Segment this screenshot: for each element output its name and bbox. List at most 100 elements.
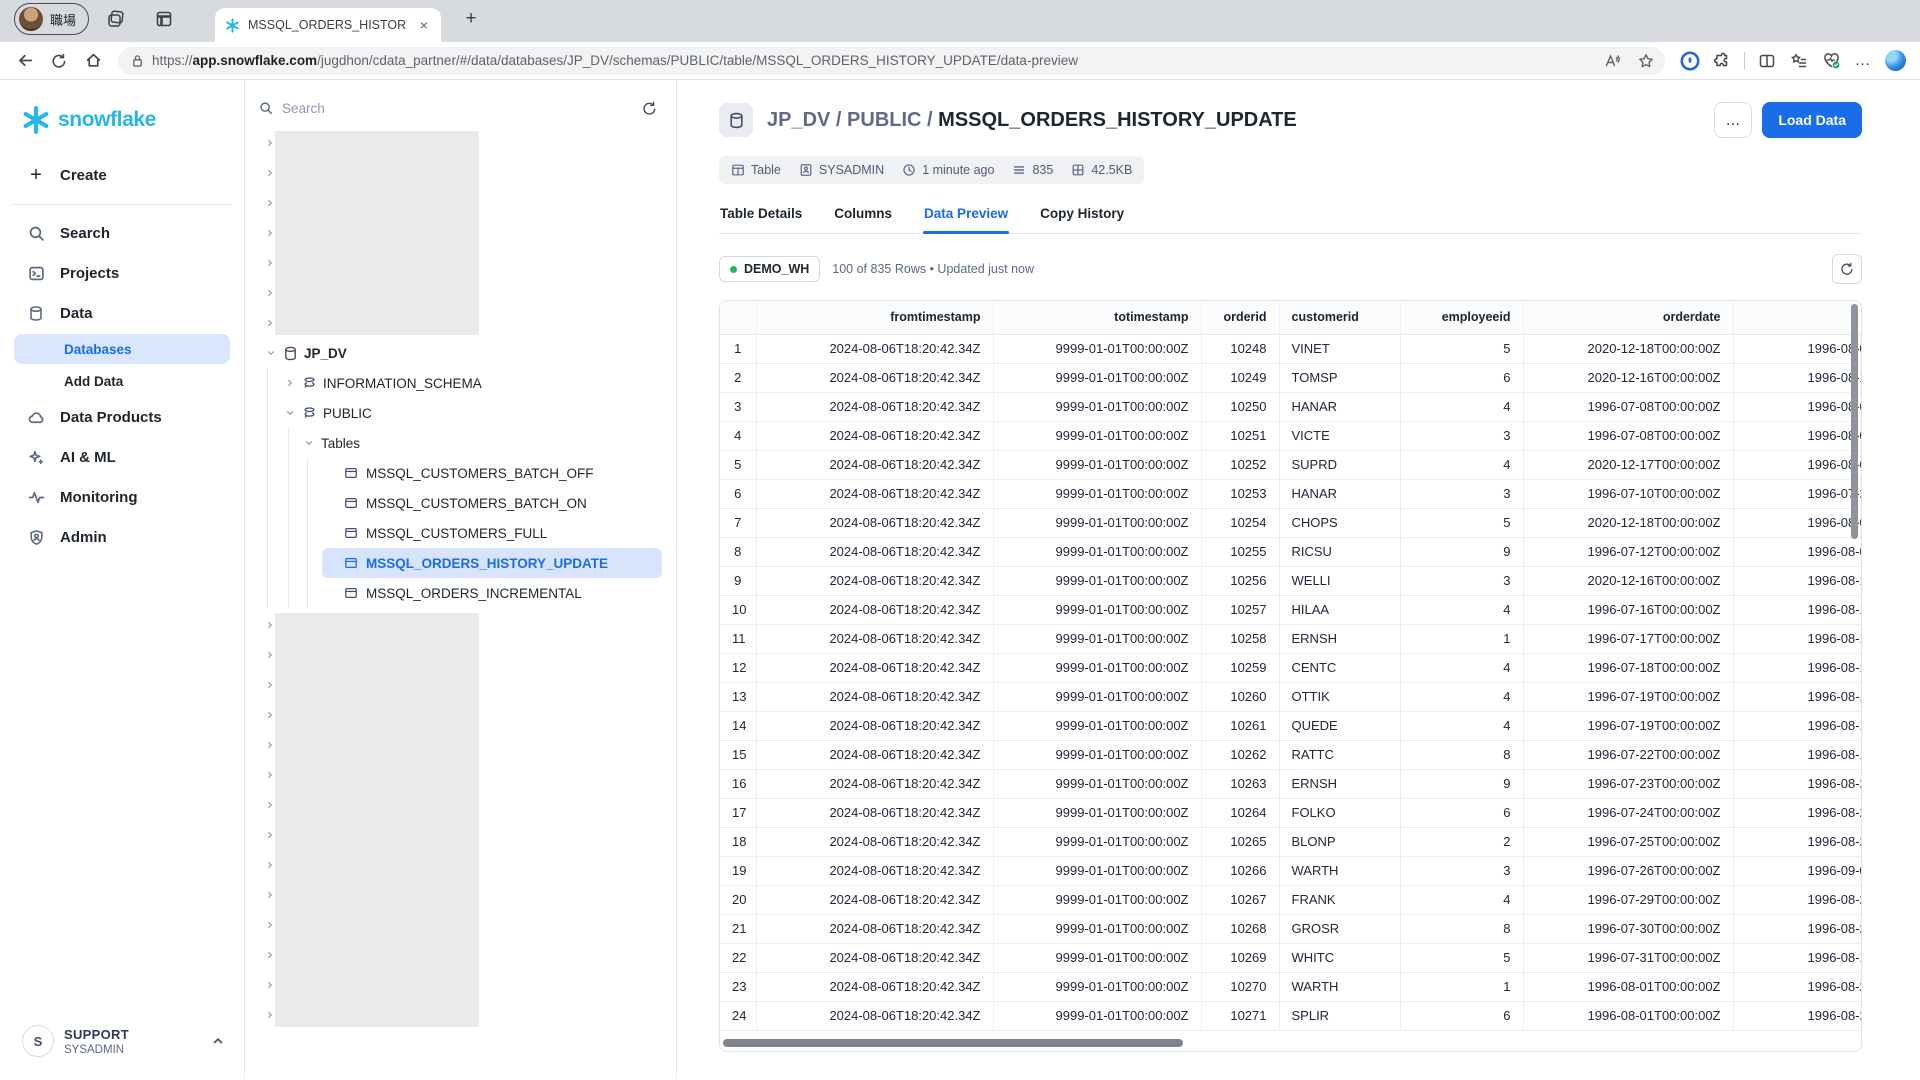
chevron-right-icon[interactable] bbox=[265, 318, 275, 328]
sidebar-item-databases[interactable]: Databases bbox=[14, 334, 230, 364]
chevron-right-icon[interactable] bbox=[265, 228, 275, 238]
warehouse-selector[interactable]: DEMO_WH bbox=[719, 256, 820, 282]
table-row[interactable]: 152024-08-06T18:20:42.34Z9999-01-01T00:0… bbox=[720, 740, 1862, 769]
tree-refresh-icon[interactable] bbox=[636, 95, 662, 121]
table-row[interactable]: 222024-08-06T18:20:42.34Z9999-01-01T00:0… bbox=[720, 943, 1862, 972]
preview-refresh-button[interactable] bbox=[1832, 254, 1862, 284]
browser-tab-active[interactable]: MSSQL_ORDERS_HISTORY_U × bbox=[215, 8, 441, 42]
chevron-right-icon[interactable] bbox=[265, 950, 275, 960]
home-icon[interactable] bbox=[78, 46, 108, 76]
table-row[interactable]: 162024-08-06T18:20:42.34Z9999-01-01T00:0… bbox=[720, 769, 1862, 798]
sidebar-item-ai-ml[interactable]: AI & ML bbox=[0, 437, 244, 477]
table-row[interactable]: 92024-08-06T18:20:42.34Z9999-01-01T00:00… bbox=[720, 566, 1862, 595]
browser-menu-icon[interactable]: … bbox=[1848, 46, 1878, 76]
horizontal-scrollbar-thumb[interactable] bbox=[723, 1039, 1183, 1047]
workspaces-icon[interactable] bbox=[101, 4, 131, 34]
tree-node-schema[interactable]: INFORMATION_SCHEMA bbox=[268, 368, 676, 398]
tab-data-preview[interactable]: Data Preview bbox=[923, 202, 1009, 233]
url-bar[interactable]: https://app.snowflake.com/jugdhon/cdata_… bbox=[118, 47, 1665, 75]
favorite-star-icon[interactable] bbox=[1633, 48, 1659, 74]
tree-node-table[interactable]: MSSQL_CUSTOMERS_BATCH_OFF bbox=[322, 458, 662, 488]
table-row[interactable]: 112024-08-06T18:20:42.34Z9999-01-01T00:0… bbox=[720, 624, 1862, 653]
browser-essentials-icon[interactable] bbox=[1816, 46, 1846, 76]
sidebar-item-search[interactable]: Search bbox=[0, 213, 244, 253]
split-screen-icon[interactable] bbox=[1752, 46, 1782, 76]
table-row[interactable]: 242024-08-06T18:20:42.34Z9999-01-01T00:0… bbox=[720, 1001, 1862, 1030]
snowflake-logo[interactable]: snowflake bbox=[0, 102, 244, 138]
table-row[interactable]: 72024-08-06T18:20:42.34Z9999-01-01T00:00… bbox=[720, 508, 1862, 537]
chevron-right-icon[interactable] bbox=[265, 800, 275, 810]
chevron-right-icon[interactable] bbox=[265, 770, 275, 780]
table-row[interactable]: 122024-08-06T18:20:42.34Z9999-01-01T00:0… bbox=[720, 653, 1862, 682]
table-row[interactable]: 202024-08-06T18:20:42.34Z9999-01-01T00:0… bbox=[720, 885, 1862, 914]
chevron-down-icon[interactable] bbox=[303, 438, 315, 448]
support-account-chip[interactable]: S SUPPORT SYSADMIN bbox=[0, 1011, 244, 1079]
extensions-puzzle-icon[interactable] bbox=[1707, 46, 1737, 76]
chevron-right-icon[interactable] bbox=[265, 830, 275, 840]
onepassword-extension-icon[interactable] bbox=[1675, 46, 1705, 76]
chevron-right-icon[interactable] bbox=[265, 680, 275, 690]
chevron-right-icon[interactable] bbox=[265, 138, 275, 148]
chevron-down-icon[interactable] bbox=[265, 348, 277, 358]
table-row[interactable]: 32024-08-06T18:20:42.34Z9999-01-01T00:00… bbox=[720, 392, 1862, 421]
tree-node-table[interactable]: MSSQL_CUSTOMERS_BATCH_ON bbox=[322, 488, 662, 518]
tab-close-icon[interactable]: × bbox=[415, 16, 433, 34]
sidebar-item-add-data[interactable]: Add Data bbox=[14, 366, 230, 396]
chevron-right-icon[interactable] bbox=[265, 288, 275, 298]
load-data-button[interactable]: Load Data bbox=[1762, 102, 1862, 138]
copilot-icon[interactable] bbox=[1880, 46, 1910, 76]
table-row[interactable]: 172024-08-06T18:20:42.34Z9999-01-01T00:0… bbox=[720, 798, 1862, 827]
table-row[interactable]: 82024-08-06T18:20:42.34Z9999-01-01T00:00… bbox=[720, 537, 1862, 566]
table-row[interactable]: 52024-08-06T18:20:42.34Z9999-01-01T00:00… bbox=[720, 450, 1862, 479]
chevron-right-icon[interactable] bbox=[284, 378, 296, 388]
tab-table-details[interactable]: Table Details bbox=[719, 202, 803, 233]
tab-columns[interactable]: Columns bbox=[833, 202, 893, 233]
table-row[interactable]: 12024-08-06T18:20:42.34Z9999-01-01T00:00… bbox=[720, 334, 1862, 363]
more-actions-button[interactable]: … bbox=[1714, 102, 1752, 138]
tree-node-table[interactable]: MSSQL_CUSTOMERS_FULL bbox=[322, 518, 662, 548]
new-tab-button[interactable]: + bbox=[457, 5, 485, 33]
vertical-tabs-icon[interactable] bbox=[149, 4, 179, 34]
sidebar-item-data[interactable]: Data bbox=[0, 293, 244, 333]
chevron-right-icon[interactable] bbox=[265, 740, 275, 750]
table-row[interactable]: 132024-08-06T18:20:42.34Z9999-01-01T00:0… bbox=[720, 682, 1862, 711]
sidebar-item-monitoring[interactable]: Monitoring bbox=[0, 477, 244, 517]
chevron-right-icon[interactable] bbox=[265, 920, 275, 930]
sidebar-item-projects[interactable]: Projects bbox=[0, 253, 244, 293]
chevron-right-icon[interactable] bbox=[265, 168, 275, 178]
table-row[interactable]: 192024-08-06T18:20:42.34Z9999-01-01T00:0… bbox=[720, 856, 1862, 885]
table-row[interactable]: 22024-08-06T18:20:42.34Z9999-01-01T00:00… bbox=[720, 363, 1862, 392]
tree-search-input[interactable] bbox=[282, 101, 627, 116]
table-row[interactable]: 62024-08-06T18:20:42.34Z9999-01-01T00:00… bbox=[720, 479, 1862, 508]
sidebar-item-data-products[interactable]: Data Products bbox=[0, 397, 244, 437]
chevron-right-icon[interactable] bbox=[265, 1010, 275, 1020]
tree-node-schema[interactable]: PUBLIC bbox=[268, 398, 676, 428]
create-button[interactable]: + Create bbox=[0, 158, 244, 192]
chevron-right-icon[interactable] bbox=[265, 620, 275, 630]
table-row[interactable]: 142024-08-06T18:20:42.34Z9999-01-01T00:0… bbox=[720, 711, 1862, 740]
vertical-scrollbar-thumb[interactable] bbox=[1851, 304, 1858, 539]
favorites-bar-icon[interactable] bbox=[1784, 46, 1814, 76]
table-row[interactable]: 232024-08-06T18:20:42.34Z9999-01-01T00:0… bbox=[720, 972, 1862, 1001]
read-aloud-icon[interactable] bbox=[1599, 48, 1625, 74]
tree-node-table[interactable]: MSSQL_ORDERS_INCREMENTAL bbox=[322, 578, 662, 608]
table-row[interactable]: 182024-08-06T18:20:42.34Z9999-01-01T00:0… bbox=[720, 827, 1862, 856]
chevron-right-icon[interactable] bbox=[265, 860, 275, 870]
tree-node-database[interactable]: JP_DV bbox=[245, 338, 676, 368]
browser-profile-chip[interactable]: 職場 bbox=[14, 3, 89, 35]
chevron-right-icon[interactable] bbox=[265, 890, 275, 900]
chevron-right-icon[interactable] bbox=[265, 258, 275, 268]
table-row[interactable]: 102024-08-06T18:20:42.34Z9999-01-01T00:0… bbox=[720, 595, 1862, 624]
chevron-right-icon[interactable] bbox=[265, 710, 275, 720]
tab-copy-history[interactable]: Copy History bbox=[1039, 202, 1125, 233]
back-icon[interactable] bbox=[10, 46, 40, 76]
chevron-down-icon[interactable] bbox=[284, 408, 296, 418]
chevron-right-icon[interactable] bbox=[265, 980, 275, 990]
table-row[interactable]: 42024-08-06T18:20:42.34Z9999-01-01T00:00… bbox=[720, 421, 1862, 450]
chevron-right-icon[interactable] bbox=[265, 650, 275, 660]
tree-node-table[interactable]: MSSQL_ORDERS_HISTORY_UPDATE bbox=[322, 548, 662, 578]
chevron-right-icon[interactable] bbox=[265, 198, 275, 208]
table-row[interactable]: 212024-08-06T18:20:42.34Z9999-01-01T00:0… bbox=[720, 914, 1862, 943]
sidebar-item-admin[interactable]: Admin bbox=[0, 517, 244, 557]
refresh-icon[interactable] bbox=[44, 46, 74, 76]
